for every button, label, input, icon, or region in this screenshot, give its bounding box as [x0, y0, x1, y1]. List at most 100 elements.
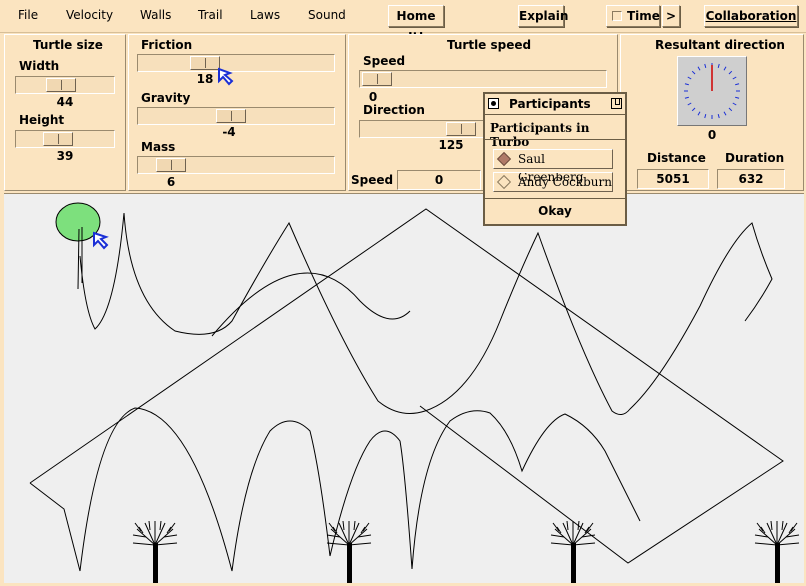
- dial-tick: [687, 102, 692, 106]
- gravity-value: -4: [222, 125, 236, 139]
- trail-connector: [211, 272, 411, 337]
- width-slider[interactable]: [15, 76, 115, 94]
- trail-bottom: [29, 407, 641, 572]
- menu-laws[interactable]: Laws: [250, 8, 280, 22]
- tree-trunk: [347, 543, 352, 583]
- time-toggle[interactable]: Time: [606, 5, 660, 27]
- dial-tick: [735, 83, 740, 86]
- explain-button[interactable]: Explain: [518, 5, 568, 27]
- tree-branch: [132, 542, 156, 546]
- participant-andy-cockburn[interactable]: Andy Cockburn: [493, 172, 613, 192]
- height-slider-thumb[interactable]: [43, 132, 73, 146]
- dial-tick: [691, 107, 696, 112]
- direction-value: 125: [438, 138, 464, 152]
- dial-tick: [717, 63, 720, 68]
- tree-branch: [326, 542, 350, 546]
- duration-field: 632: [717, 169, 785, 189]
- tree-trunk: [775, 543, 780, 583]
- tree-icon: [754, 520, 800, 583]
- gravity-slider-thumb[interactable]: [216, 109, 246, 123]
- menu-bar: File Velocity Walls Trail Laws Sound Hom…: [0, 0, 806, 44]
- window-resize-icon[interactable]: [611, 98, 622, 109]
- tree-branch: [148, 520, 151, 531]
- turtle-canvas[interactable]: [4, 193, 804, 583]
- gravity-label: Gravity: [141, 91, 191, 105]
- menu-file[interactable]: File: [18, 8, 38, 22]
- dial-tick: [697, 111, 701, 116]
- tree-branch: [154, 542, 178, 546]
- tree-icon: [550, 520, 596, 583]
- mass-value: 6: [166, 175, 176, 189]
- dial-tick: [704, 63, 707, 68]
- tree-branch: [550, 542, 574, 546]
- tree-branch: [159, 520, 162, 531]
- mass-slider-thumb[interactable]: [156, 158, 186, 172]
- tree-branch: [353, 520, 356, 531]
- tree-branch: [776, 542, 800, 546]
- bottom-speed-field: 0: [397, 170, 481, 190]
- height-slider[interactable]: [15, 130, 115, 148]
- width-value: 44: [56, 95, 74, 109]
- dial-tick: [691, 70, 696, 75]
- tree-branch: [348, 542, 372, 546]
- dial-tick: [723, 111, 727, 116]
- tree-trunk: [153, 543, 158, 583]
- tree-icon: [326, 520, 372, 583]
- resultant-title: Resultant direction: [655, 38, 785, 52]
- trail-zigzag: [29, 208, 784, 564]
- time-checkbox[interactable]: [612, 11, 622, 21]
- tree-branch: [754, 542, 778, 546]
- friction-label: Friction: [141, 38, 193, 52]
- tree-branch: [572, 542, 596, 546]
- turtle-speed-title: Turtle speed: [447, 38, 532, 52]
- height-label: Height: [19, 113, 65, 127]
- mouse-pointer-icon: [218, 67, 234, 86]
- turtle-trail: [29, 202, 800, 583]
- participant-saul-greenberg[interactable]: Saul Greenberg: [493, 149, 613, 184]
- gravity-slider[interactable]: [137, 107, 335, 125]
- dial-tick: [684, 96, 689, 99]
- home-button[interactable]: Home It!: [388, 5, 444, 44]
- participant-unselected-icon: [496, 174, 512, 190]
- compass-dial-icon: [684, 63, 740, 119]
- dialog-title: Participants: [509, 97, 591, 111]
- turtle-size-panel: Turtle size Width 44 Height 39: [4, 34, 126, 191]
- speed-slider[interactable]: [359, 70, 607, 88]
- okay-button[interactable]: Okay: [485, 204, 625, 218]
- dial-tick: [704, 114, 707, 119]
- dial-tick: [684, 83, 689, 86]
- menu-sound[interactable]: Sound: [308, 8, 346, 22]
- bottom-speed-label: Speed: [351, 173, 394, 187]
- window-menu-icon[interactable]: [488, 98, 499, 109]
- dialog-titlebar[interactable]: Participants: [485, 94, 625, 115]
- dial-tick: [723, 66, 727, 71]
- menu-walls[interactable]: Walls: [140, 8, 171, 22]
- tree-icon: [132, 520, 178, 583]
- dial-tick: [735, 96, 740, 99]
- participants-dialog: Participants Participants in Turbo Saul …: [483, 92, 627, 226]
- speed-slider-thumb[interactable]: [362, 72, 392, 86]
- time-step-button[interactable]: >: [662, 5, 680, 27]
- dial-tick: [687, 76, 692, 80]
- time-label: Time: [627, 9, 660, 23]
- width-label: Width: [19, 59, 60, 73]
- menu-trail[interactable]: Trail: [198, 8, 223, 22]
- menu-velocity[interactable]: Velocity: [66, 8, 113, 22]
- trail-bounce: [79, 212, 773, 415]
- tree-branch: [342, 520, 345, 531]
- collaboration-button[interactable]: Collaboration: [704, 5, 798, 27]
- direction-slider-thumb[interactable]: [446, 122, 476, 136]
- collaboration-label: Collaboration: [705, 9, 797, 23]
- height-value: 39: [56, 149, 74, 163]
- participant-selected-icon: [496, 151, 512, 167]
- dial-tick: [697, 66, 701, 71]
- friction-slider-thumb[interactable]: [190, 56, 220, 70]
- dial-tick: [732, 102, 737, 106]
- direction-dial: [677, 56, 747, 126]
- tree-branch: [770, 520, 773, 531]
- dial-tick: [728, 107, 733, 112]
- resultant-panel: Resultant direction 0 Distance Duration …: [620, 34, 804, 191]
- mass-slider[interactable]: [137, 156, 335, 174]
- mass-label: Mass: [141, 140, 176, 154]
- width-slider-thumb[interactable]: [46, 78, 76, 92]
